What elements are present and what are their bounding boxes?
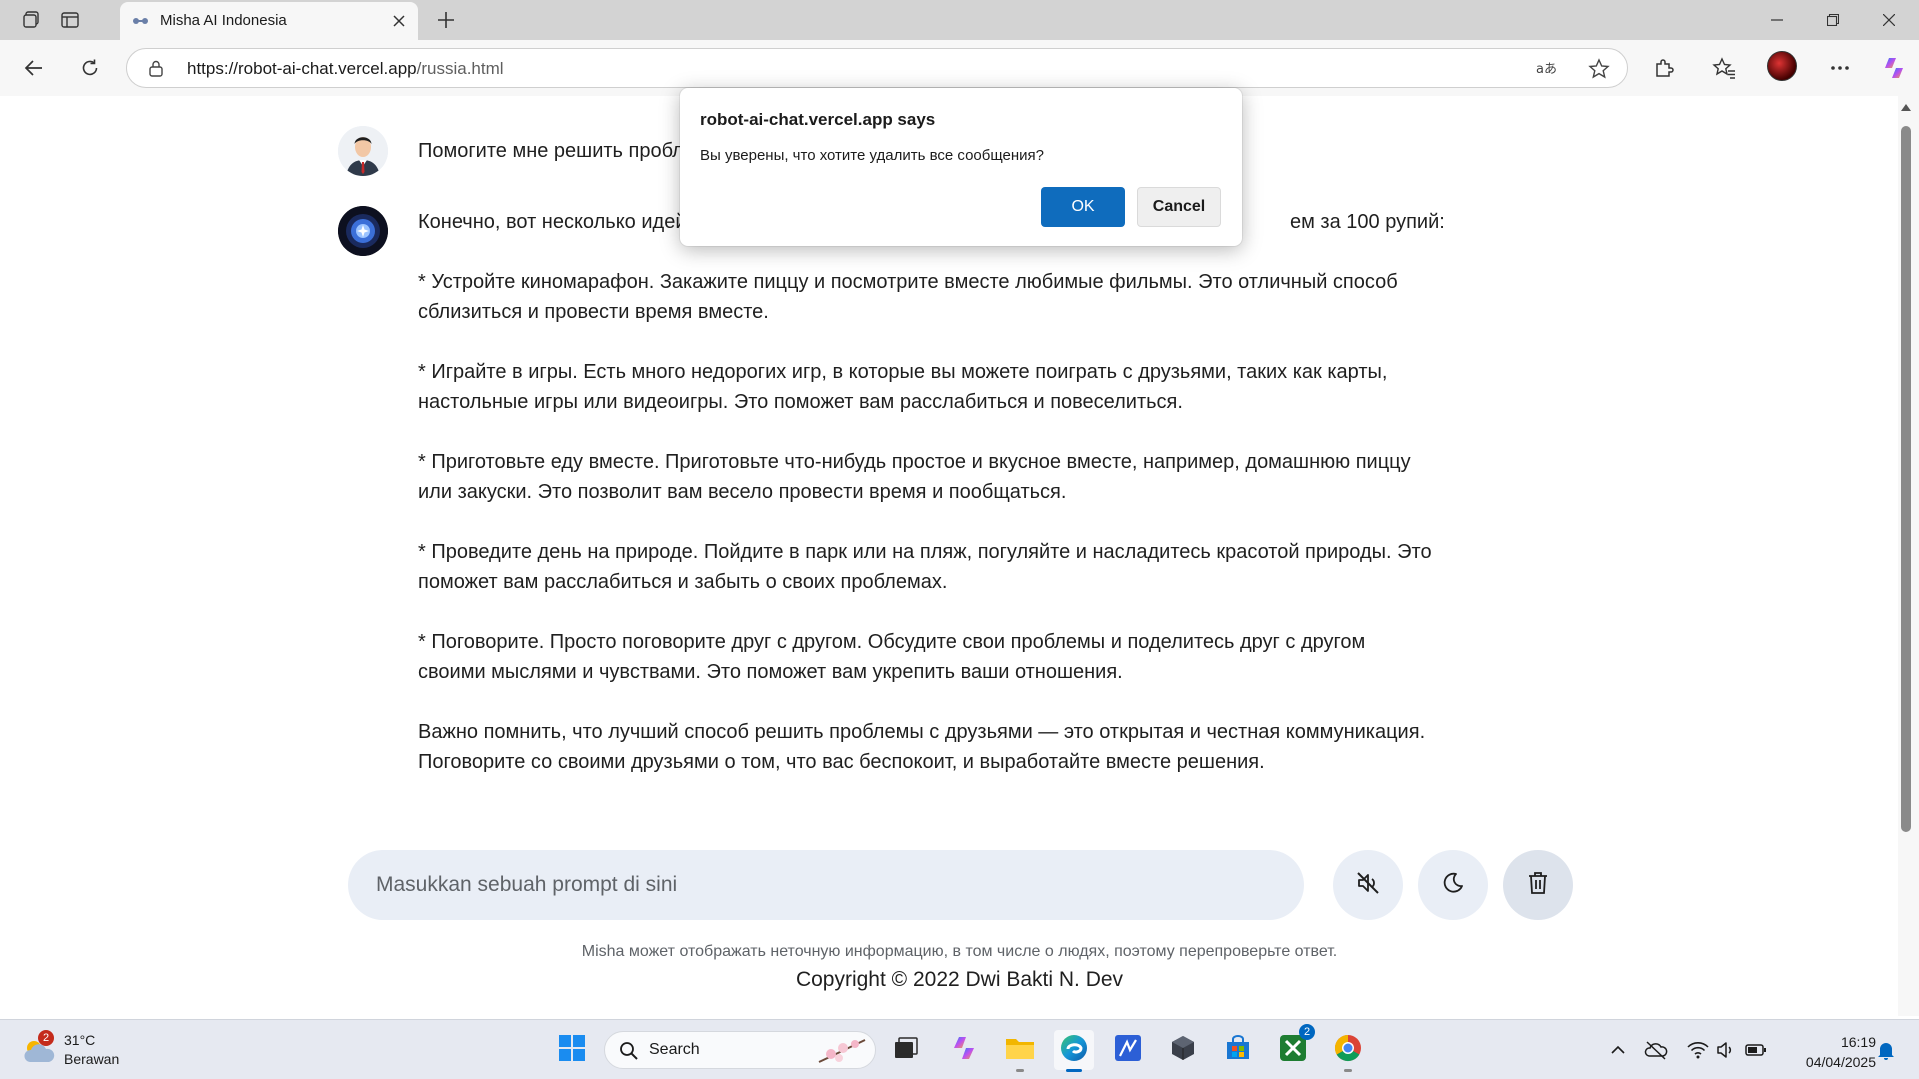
weather-widget[interactable]: 2 31°C Berawan (22, 1030, 132, 1072)
mute-button[interactable] (1333, 850, 1403, 920)
lock-icon[interactable] (147, 59, 165, 77)
onedrive-offline-icon[interactable] (1644, 1038, 1668, 1062)
puzzle-icon[interactable] (1646, 50, 1682, 86)
edge-button[interactable] (1054, 1030, 1094, 1072)
theme-toggle-button[interactable] (1418, 850, 1488, 920)
file-explorer-button[interactable] (1000, 1030, 1040, 1072)
clock[interactable]: 16:19 04/04/2025 (1780, 1032, 1876, 1072)
vertical-tabs-icon[interactable] (56, 6, 84, 34)
trash-icon (1527, 871, 1549, 900)
volume-icon[interactable] (1714, 1038, 1738, 1062)
windows-icon (558, 1034, 586, 1067)
bot-paragraph: * Поговорите. Просто поговорите друг с д… (418, 631, 1366, 683)
confirm-dialog: robot-ai-chat.vercel.app says Вы уверены… (680, 88, 1242, 246)
bot-paragraph: Важно помнить, что лучший способ решить … (418, 721, 1426, 773)
wifi-icon[interactable] (1686, 1038, 1710, 1062)
taskbar-search[interactable]: Search (604, 1031, 876, 1069)
read-aloud-icon[interactable]: aあ (1535, 57, 1559, 81)
moon-icon (1441, 871, 1465, 900)
running-indicator (1344, 1069, 1352, 1072)
favorites-icon[interactable] (1706, 50, 1742, 86)
unity-button[interactable] (1163, 1030, 1203, 1070)
running-indicator (1016, 1069, 1024, 1072)
bot-avatar (338, 206, 388, 256)
task-view-icon (893, 1036, 919, 1065)
temperature: 31°C (64, 1032, 96, 1048)
copilot-icon[interactable] (1876, 50, 1912, 86)
tab-title: Misha AI Indonesia (160, 12, 287, 29)
scrollbar-thumb[interactable] (1901, 126, 1911, 832)
bot-paragraph: * Проведите день на природе. Пойдите в п… (418, 541, 1432, 593)
math-app-button[interactable] (1108, 1030, 1148, 1070)
edge-icon (1059, 1033, 1089, 1068)
disclaimer-text: Misha может отображать неточную информац… (581, 943, 1338, 960)
url-text[interactable]: https://robot-ai-chat.vercel.app/russia.… (187, 59, 504, 79)
tab-strip: Misha AI Indonesia (0, 0, 1919, 42)
bot-paragraph: * Играйте в игры. Есть много недорогих и… (418, 361, 1388, 413)
copyright-text: Copyright © 2022 Dwi Bakti N. Dev (795, 968, 1124, 991)
battery-icon[interactable] (1744, 1038, 1768, 1062)
bot-paragraph: * Приготовьте еду вместе. Приготовьте чт… (418, 451, 1411, 503)
scroll-up-icon[interactable] (1899, 100, 1913, 114)
store-icon (1224, 1034, 1252, 1067)
back-arrow-icon[interactable] (16, 50, 52, 86)
dialog-title: robot-ai-chat.vercel.app says (700, 110, 936, 129)
folder-icon (1005, 1035, 1035, 1066)
notification-bell-icon[interactable] (1874, 1038, 1898, 1062)
chrome-button[interactable] (1328, 1030, 1368, 1072)
volume-off-icon (1355, 870, 1381, 901)
svg-text:aあ: aあ (1536, 62, 1557, 77)
cancel-button[interactable]: Cancel (1137, 187, 1221, 227)
prompt-input[interactable] (376, 850, 1276, 920)
taskbar: 2 31°C Berawan Search 2 16:19 04/04/2025 (0, 1019, 1919, 1079)
tab-misha-ai[interactable]: Misha AI Indonesia (120, 2, 418, 42)
delete-chat-button[interactable] (1503, 850, 1573, 920)
close-window-icon[interactable] (1861, 0, 1917, 40)
chrome-icon (1333, 1033, 1363, 1068)
star-icon[interactable] (1587, 57, 1611, 81)
robot-favicon-icon (130, 13, 152, 29)
active-indicator (1066, 1069, 1082, 1072)
task-view-button[interactable] (886, 1030, 926, 1070)
profile-avatar[interactable] (1767, 51, 1797, 81)
cube-icon (1169, 1034, 1197, 1067)
new-tab-icon[interactable] (432, 6, 460, 34)
more-icon[interactable] (1822, 50, 1858, 86)
refresh-icon[interactable] (72, 50, 108, 86)
bot-paragraph: * Устройте киномарафон. Закажите пиццу и… (418, 271, 1398, 323)
weather-condition: Berawan (64, 1051, 120, 1067)
restore-icon[interactable] (1805, 0, 1861, 40)
xbox-button[interactable]: 2 (1273, 1024, 1315, 1070)
store-button[interactable] (1218, 1030, 1258, 1070)
user-avatar (338, 126, 388, 176)
ok-button[interactable]: OK (1041, 187, 1125, 227)
start-button[interactable] (552, 1030, 592, 1070)
bot-message: * Устройте киномарафон. Закажите пиццу и… (418, 267, 1438, 807)
math-app-icon (1114, 1034, 1142, 1067)
prompt-box (348, 850, 1304, 920)
clock-date: 04/04/2025 (1805, 1054, 1876, 1070)
workspaces-icon[interactable] (18, 6, 46, 34)
minimize-icon[interactable] (1749, 0, 1805, 40)
close-tab-icon[interactable] (388, 10, 410, 32)
search-label: Search (649, 1041, 700, 1058)
chevron-up-icon[interactable] (1606, 1038, 1630, 1062)
clock-time: 16:19 (1840, 1034, 1876, 1050)
search-icon (619, 1041, 639, 1066)
address-bar[interactable]: https://robot-ai-chat.vercel.app/russia.… (126, 48, 1628, 88)
bot-intro-right: ем за 100 рупий: (1290, 211, 1445, 233)
cherry-blossom-icon (817, 1036, 867, 1071)
copilot-taskbar-icon (950, 1034, 978, 1067)
copilot-app-button[interactable] (944, 1030, 984, 1070)
weather-alert-badge: 2 (38, 1030, 54, 1046)
xbox-badge: 2 (1299, 1024, 1315, 1040)
dialog-message: Вы уверены, что хотите удалить все сообщ… (700, 147, 1044, 164)
